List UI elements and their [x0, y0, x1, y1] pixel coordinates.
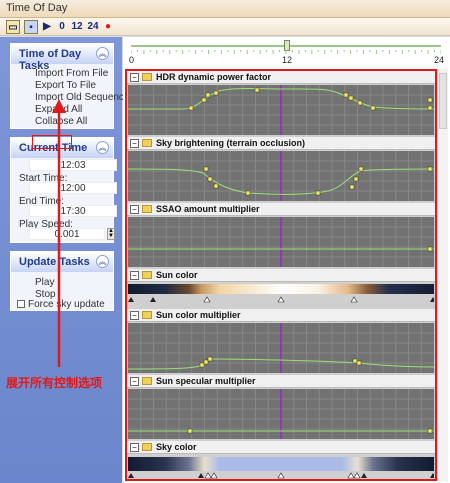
tasks-panel-header[interactable]: Time of Day Tasks ︽: [11, 44, 113, 72]
track-name: SSAO amount multiplier: [156, 204, 260, 214]
track-name: Sun color multiplier: [156, 310, 241, 320]
ssao-graph[interactable]: [128, 217, 434, 267]
folder-icon: [142, 311, 152, 319]
track-name: Sky brightening (terrain occlusion): [156, 138, 306, 148]
track-header[interactable]: − HDR dynamic power factor: [127, 71, 435, 84]
sun-color-gradient[interactable]: [128, 284, 434, 294]
time-0-button[interactable]: 0: [57, 20, 67, 34]
sky-color-keys[interactable]: [128, 471, 434, 479]
track-header[interactable]: − Sun color: [127, 269, 435, 282]
sun-specular-graph[interactable]: [128, 389, 434, 439]
folder-icon: [142, 377, 152, 385]
title-bar: Time Of Day: [0, 0, 450, 18]
folder-icon: [142, 139, 152, 147]
annotation-text: 展开所有控制选项: [6, 376, 103, 390]
folder-icon: [142, 205, 152, 213]
timeline-area: 0 12 24 − HDR dynamic power factor − Sky…: [123, 37, 450, 483]
task-import-from-file[interactable]: Import From File: [35, 68, 108, 79]
folder-icon: [142, 73, 152, 81]
collapse-icon[interactable]: −: [130, 139, 139, 148]
expand-all-highlight: [32, 135, 72, 149]
track-header[interactable]: − Sun specular multiplier: [127, 375, 435, 388]
sun-color-keys[interactable]: [128, 295, 434, 303]
collapse-icon[interactable]: −: [130, 73, 139, 82]
slider-max-label: 24: [434, 55, 445, 65]
record-icon[interactable]: ●: [103, 20, 113, 34]
track-header[interactable]: − Sun color multiplier: [127, 309, 435, 322]
collapse-icon[interactable]: −: [130, 443, 139, 452]
slider-mid-label: 12: [282, 55, 293, 65]
scroll-thumb[interactable]: [439, 73, 447, 129]
track-name: Sun specular multiplier: [156, 376, 256, 386]
sun-color-multiplier-graph[interactable]: [128, 323, 434, 373]
collapse-icon[interactable]: −: [130, 271, 139, 280]
track-header[interactable]: − Sky brightening (terrain occlusion): [127, 137, 435, 150]
collapse-icon[interactable]: −: [130, 377, 139, 386]
task-sidebar: Time of Day Tasks ︽ Import From File Exp…: [0, 37, 130, 483]
track-name: Sky color: [156, 442, 197, 452]
toolbar: ▭ ▪ ▶ 0 12 24 ●: [0, 18, 450, 36]
task-export-to-file[interactable]: Export To File: [35, 80, 96, 91]
save-icon[interactable]: ▪: [24, 20, 38, 34]
track-name: Sun color: [156, 270, 198, 280]
time-24-button[interactable]: 24: [86, 20, 100, 34]
folder-icon: [142, 271, 152, 279]
track-name: HDR dynamic power factor: [156, 72, 272, 82]
window-title: Time Of Day: [6, 2, 68, 14]
tracks-panel: − HDR dynamic power factor − Sky brighte…: [125, 69, 437, 481]
folder-icon: [142, 443, 152, 451]
collapse-up-icon[interactable]: ︽: [96, 47, 109, 60]
time-12-button[interactable]: 12: [70, 20, 84, 34]
collapse-icon[interactable]: −: [130, 311, 139, 320]
play-icon[interactable]: ▶: [42, 20, 52, 34]
time-slider[interactable]: 0 12 24: [123, 37, 450, 67]
slider-min-label: 0: [129, 55, 135, 65]
hdr-curve-graph[interactable]: [128, 85, 434, 135]
sky-color-gradient[interactable]: [128, 457, 434, 471]
sky-brightening-graph[interactable]: [128, 151, 434, 201]
track-header[interactable]: − SSAO amount multiplier: [127, 203, 435, 216]
vertical-scrollbar[interactable]: [437, 69, 448, 481]
collapse-icon[interactable]: −: [130, 205, 139, 214]
track-header[interactable]: − Sky color: [127, 441, 435, 454]
open-folder-icon[interactable]: ▭: [6, 20, 20, 34]
